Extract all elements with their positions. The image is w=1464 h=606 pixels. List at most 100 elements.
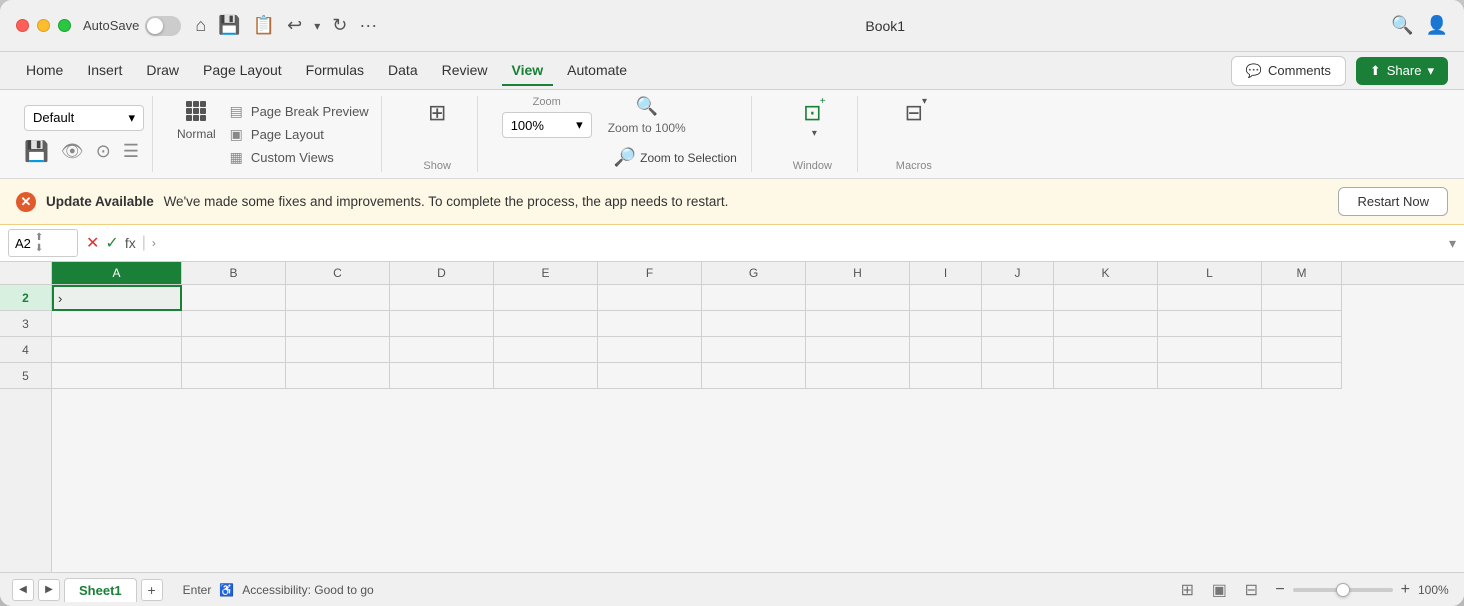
cell-h4[interactable] (806, 337, 910, 363)
cell-c4[interactable] (286, 337, 390, 363)
zoom-slider[interactable] (1293, 588, 1393, 592)
cell-b4[interactable] (182, 337, 286, 363)
cell-g5[interactable] (702, 363, 806, 389)
maximize-button[interactable] (58, 19, 71, 32)
col-header-c[interactable]: C (286, 262, 390, 284)
formula-fx-button[interactable]: fx (125, 235, 136, 251)
home-icon[interactable]: ⌂ (193, 13, 208, 38)
cell-d5[interactable] (390, 363, 494, 389)
search-icon[interactable]: 🔍 (1391, 15, 1413, 36)
save-sheet-icon[interactable]: 💾 (24, 139, 49, 164)
cell-i2[interactable] (910, 285, 982, 311)
cell-m3[interactable] (1262, 311, 1342, 337)
page-view-icon[interactable]: ▣ (1207, 578, 1231, 602)
window-btn[interactable]: ⊡ + ▾ (797, 96, 827, 143)
page-break-view-icon[interactable]: ⊟ (1239, 578, 1263, 602)
cell-c2[interactable] (286, 285, 390, 311)
col-header-l[interactable]: L (1158, 262, 1262, 284)
col-header-b[interactable]: B (182, 262, 286, 284)
save-icon[interactable]: 💾 (216, 13, 242, 38)
cell-g4[interactable] (702, 337, 806, 363)
redo-icon[interactable]: ↻ (330, 13, 349, 38)
close-button[interactable] (16, 19, 29, 32)
cell-d4[interactable] (390, 337, 494, 363)
cell-j2[interactable] (982, 285, 1054, 311)
cell-i3[interactable] (910, 311, 982, 337)
eye-alt-icon[interactable]: ⊙ (96, 141, 111, 162)
menu-data[interactable]: Data (378, 56, 428, 86)
cell-d3[interactable] (390, 311, 494, 337)
menu-page-layout[interactable]: Page Layout (193, 56, 292, 86)
cell-k2[interactable] (1054, 285, 1158, 311)
cell-reference-box[interactable]: A2 ⬆⬇ (8, 229, 78, 257)
undo-chevron-icon[interactable]: ▾ (312, 17, 322, 35)
cell-b5[interactable] (182, 363, 286, 389)
grid-view-icon[interactable]: ⊞ (1175, 578, 1199, 602)
undo-icon[interactable]: ↩ (285, 13, 304, 38)
cell-f2[interactable] (598, 285, 702, 311)
zoom-dropdown[interactable]: 100% ▾ (502, 112, 592, 138)
row-num-5[interactable]: 5 (0, 363, 51, 389)
cell-a3[interactable] (52, 311, 182, 337)
row-num-2[interactable]: 2 (0, 285, 51, 311)
cell-i5[interactable] (910, 363, 982, 389)
col-header-a[interactable]: A (52, 262, 182, 284)
profile-icon[interactable]: 👤 (1426, 15, 1448, 36)
row-num-3[interactable]: 3 (0, 311, 51, 337)
cell-e2[interactable] (494, 285, 598, 311)
cell-h5[interactable] (806, 363, 910, 389)
col-header-k[interactable]: K (1054, 262, 1158, 284)
cell-i4[interactable] (910, 337, 982, 363)
cell-e5[interactable] (494, 363, 598, 389)
cell-b3[interactable] (182, 311, 286, 337)
formula-input[interactable] (164, 236, 1441, 251)
cell-k4[interactable] (1054, 337, 1158, 363)
cell-e3[interactable] (494, 311, 598, 337)
lines-icon[interactable]: ☰ (123, 141, 139, 162)
cell-c5[interactable] (286, 363, 390, 389)
formula-cancel-button[interactable]: ✕ (86, 233, 99, 253)
cell-f4[interactable] (598, 337, 702, 363)
cell-a4[interactable] (52, 337, 182, 363)
row-num-4[interactable]: 4 (0, 337, 51, 363)
cell-l2[interactable] (1158, 285, 1262, 311)
col-header-d[interactable]: D (390, 262, 494, 284)
cell-a2[interactable]: › (52, 285, 182, 311)
col-header-j[interactable]: J (982, 262, 1054, 284)
zoom-to-100-btn[interactable]: 🔍 Zoom to 100% (608, 96, 686, 135)
col-header-m[interactable]: M (1262, 262, 1342, 284)
cell-m5[interactable] (1262, 363, 1342, 389)
macros-btn[interactable]: ⊟ ▾ (899, 96, 929, 130)
cell-m4[interactable] (1262, 337, 1342, 363)
zoom-out-button[interactable]: − (1273, 581, 1286, 599)
cell-e4[interactable] (494, 337, 598, 363)
page-break-view-item[interactable]: ▤ Page Break Preview (226, 101, 373, 122)
cell-l5[interactable] (1158, 363, 1262, 389)
menu-home[interactable]: Home (16, 56, 73, 86)
cell-m2[interactable] (1262, 285, 1342, 311)
col-header-i[interactable]: I (910, 262, 982, 284)
zoom-to-selection-btn[interactable]: 🔎 Zoom to Selection (608, 143, 743, 172)
sheet-style-dropdown[interactable]: Default ▾ (24, 105, 144, 131)
cell-j4[interactable] (982, 337, 1054, 363)
cell-f3[interactable] (598, 311, 702, 337)
cell-a5[interactable] (52, 363, 182, 389)
more-icon[interactable]: ··· (357, 13, 379, 38)
col-header-g[interactable]: G (702, 262, 806, 284)
autosave-toggle[interactable] (145, 16, 181, 36)
col-header-f[interactable]: F (598, 262, 702, 284)
comments-button[interactable]: 💬 Comments (1231, 56, 1346, 86)
cell-j5[interactable] (982, 363, 1054, 389)
menu-automate[interactable]: Automate (557, 56, 637, 86)
cell-j3[interactable] (982, 311, 1054, 337)
custom-views-item[interactable]: ▦ Custom Views (226, 147, 373, 168)
formula-bar-expand-icon[interactable]: ▾ (1449, 235, 1456, 252)
menu-draw[interactable]: Draw (136, 56, 189, 86)
cell-g3[interactable] (702, 311, 806, 337)
cell-l4[interactable] (1158, 337, 1262, 363)
minimize-button[interactable] (37, 19, 50, 32)
share-button[interactable]: ⬆ Share ▾ (1356, 57, 1448, 85)
save-alt-icon[interactable]: 📋 (251, 13, 277, 38)
col-header-h[interactable]: H (806, 262, 910, 284)
zoom-in-button[interactable]: + (1399, 581, 1412, 599)
